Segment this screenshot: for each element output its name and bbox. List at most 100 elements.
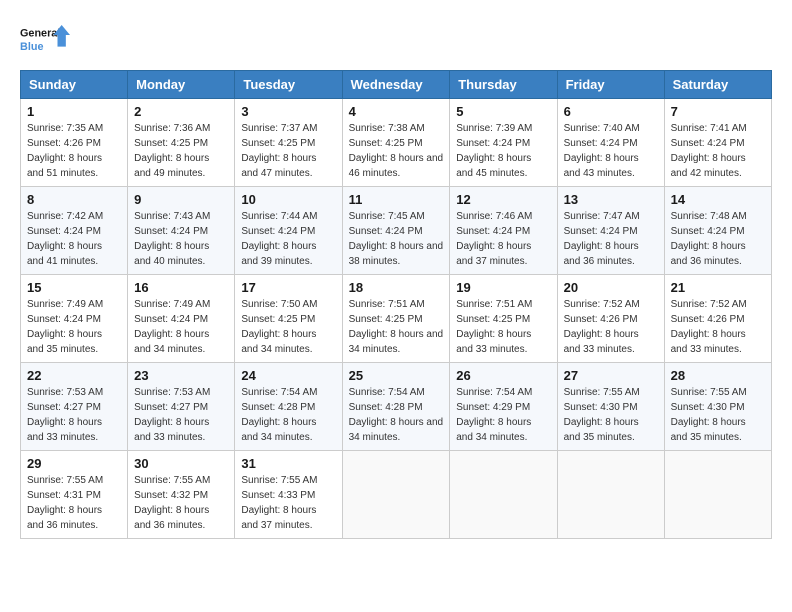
daylight-label: Daylight: 8 hours and 34 minutes.	[456, 417, 531, 443]
day-number: 29	[27, 456, 121, 471]
sunset-label: Sunset: 4:30 PM	[564, 402, 638, 413]
sunset-label: Sunset: 4:24 PM	[134, 314, 208, 325]
sunrise-label: Sunrise: 7:46 AM	[456, 211, 532, 222]
day-number: 27	[564, 368, 658, 383]
calendar-cell: 21 Sunrise: 7:52 AM Sunset: 4:26 PM Dayl…	[664, 275, 771, 363]
calendar-cell: 24 Sunrise: 7:54 AM Sunset: 4:28 PM Dayl…	[235, 363, 342, 451]
sunrise-label: Sunrise: 7:36 AM	[134, 123, 210, 134]
day-info: Sunrise: 7:44 AM Sunset: 4:24 PM Dayligh…	[241, 209, 335, 269]
day-info: Sunrise: 7:54 AM Sunset: 4:28 PM Dayligh…	[349, 385, 444, 445]
day-number: 16	[134, 280, 228, 295]
calendar-cell: 15 Sunrise: 7:49 AM Sunset: 4:24 PM Dayl…	[21, 275, 128, 363]
sunset-label: Sunset: 4:29 PM	[456, 402, 530, 413]
day-info: Sunrise: 7:55 AM Sunset: 4:33 PM Dayligh…	[241, 473, 335, 533]
day-info: Sunrise: 7:39 AM Sunset: 4:24 PM Dayligh…	[456, 121, 550, 181]
sunset-label: Sunset: 4:25 PM	[456, 314, 530, 325]
calendar-cell: 16 Sunrise: 7:49 AM Sunset: 4:24 PM Dayl…	[128, 275, 235, 363]
page-header: General Blue	[20, 20, 772, 60]
daylight-label: Daylight: 8 hours and 47 minutes.	[241, 153, 316, 179]
day-number: 25	[349, 368, 444, 383]
daylight-label: Daylight: 8 hours and 34 minutes.	[134, 329, 209, 355]
calendar-cell: 6 Sunrise: 7:40 AM Sunset: 4:24 PM Dayli…	[557, 99, 664, 187]
column-header-wednesday: Wednesday	[342, 71, 450, 99]
logo-svg: General Blue	[20, 20, 70, 60]
day-info: Sunrise: 7:54 AM Sunset: 4:29 PM Dayligh…	[456, 385, 550, 445]
sunrise-label: Sunrise: 7:55 AM	[134, 475, 210, 486]
day-info: Sunrise: 7:47 AM Sunset: 4:24 PM Dayligh…	[564, 209, 658, 269]
sunrise-label: Sunrise: 7:45 AM	[349, 211, 425, 222]
day-number: 26	[456, 368, 550, 383]
sunset-label: Sunset: 4:28 PM	[241, 402, 315, 413]
logo: General Blue	[20, 20, 70, 60]
calendar-week-4: 22 Sunrise: 7:53 AM Sunset: 4:27 PM Dayl…	[21, 363, 772, 451]
sunrise-label: Sunrise: 7:53 AM	[134, 387, 210, 398]
calendar-week-5: 29 Sunrise: 7:55 AM Sunset: 4:31 PM Dayl…	[21, 451, 772, 539]
calendar-cell: 17 Sunrise: 7:50 AM Sunset: 4:25 PM Dayl…	[235, 275, 342, 363]
sunset-label: Sunset: 4:32 PM	[134, 490, 208, 501]
sunset-label: Sunset: 4:25 PM	[241, 138, 315, 149]
calendar-cell: 25 Sunrise: 7:54 AM Sunset: 4:28 PM Dayl…	[342, 363, 450, 451]
day-info: Sunrise: 7:50 AM Sunset: 4:25 PM Dayligh…	[241, 297, 335, 357]
day-info: Sunrise: 7:51 AM Sunset: 4:25 PM Dayligh…	[349, 297, 444, 357]
daylight-label: Daylight: 8 hours and 39 minutes.	[241, 241, 316, 267]
sunrise-label: Sunrise: 7:49 AM	[27, 299, 103, 310]
sunrise-label: Sunrise: 7:54 AM	[241, 387, 317, 398]
sunrise-label: Sunrise: 7:41 AM	[671, 123, 747, 134]
calendar-cell	[664, 451, 771, 539]
daylight-label: Daylight: 8 hours and 45 minutes.	[456, 153, 531, 179]
column-header-monday: Monday	[128, 71, 235, 99]
calendar-cell: 14 Sunrise: 7:48 AM Sunset: 4:24 PM Dayl…	[664, 187, 771, 275]
day-number: 7	[671, 104, 765, 119]
day-number: 17	[241, 280, 335, 295]
daylight-label: Daylight: 8 hours and 35 minutes.	[671, 417, 746, 443]
sunset-label: Sunset: 4:24 PM	[671, 226, 745, 237]
sunset-label: Sunset: 4:24 PM	[564, 138, 638, 149]
calendar-cell: 1 Sunrise: 7:35 AM Sunset: 4:26 PM Dayli…	[21, 99, 128, 187]
sunset-label: Sunset: 4:25 PM	[241, 314, 315, 325]
day-number: 5	[456, 104, 550, 119]
sunset-label: Sunset: 4:24 PM	[27, 226, 101, 237]
sunrise-label: Sunrise: 7:53 AM	[27, 387, 103, 398]
sunset-label: Sunset: 4:30 PM	[671, 402, 745, 413]
sunset-label: Sunset: 4:27 PM	[27, 402, 101, 413]
daylight-label: Daylight: 8 hours and 40 minutes.	[134, 241, 209, 267]
daylight-label: Daylight: 8 hours and 35 minutes.	[27, 329, 102, 355]
sunrise-label: Sunrise: 7:52 AM	[671, 299, 747, 310]
day-number: 8	[27, 192, 121, 207]
sunrise-label: Sunrise: 7:55 AM	[241, 475, 317, 486]
day-info: Sunrise: 7:55 AM Sunset: 4:32 PM Dayligh…	[134, 473, 228, 533]
calendar-cell: 7 Sunrise: 7:41 AM Sunset: 4:24 PM Dayli…	[664, 99, 771, 187]
svg-text:Blue: Blue	[20, 41, 43, 53]
sunrise-label: Sunrise: 7:54 AM	[456, 387, 532, 398]
sunset-label: Sunset: 4:26 PM	[27, 138, 101, 149]
sunset-label: Sunset: 4:28 PM	[349, 402, 423, 413]
day-info: Sunrise: 7:52 AM Sunset: 4:26 PM Dayligh…	[564, 297, 658, 357]
daylight-label: Daylight: 8 hours and 42 minutes.	[671, 153, 746, 179]
sunrise-label: Sunrise: 7:52 AM	[564, 299, 640, 310]
sunrise-label: Sunrise: 7:49 AM	[134, 299, 210, 310]
sunrise-label: Sunrise: 7:38 AM	[349, 123, 425, 134]
sunrise-label: Sunrise: 7:50 AM	[241, 299, 317, 310]
day-number: 23	[134, 368, 228, 383]
sunrise-label: Sunrise: 7:48 AM	[671, 211, 747, 222]
day-info: Sunrise: 7:51 AM Sunset: 4:25 PM Dayligh…	[456, 297, 550, 357]
day-number: 15	[27, 280, 121, 295]
daylight-label: Daylight: 8 hours and 34 minutes.	[241, 417, 316, 443]
sunrise-label: Sunrise: 7:35 AM	[27, 123, 103, 134]
daylight-label: Daylight: 8 hours and 33 minutes.	[564, 329, 639, 355]
calendar-cell: 8 Sunrise: 7:42 AM Sunset: 4:24 PM Dayli…	[21, 187, 128, 275]
calendar-cell: 11 Sunrise: 7:45 AM Sunset: 4:24 PM Dayl…	[342, 187, 450, 275]
calendar-week-2: 8 Sunrise: 7:42 AM Sunset: 4:24 PM Dayli…	[21, 187, 772, 275]
day-number: 21	[671, 280, 765, 295]
day-info: Sunrise: 7:54 AM Sunset: 4:28 PM Dayligh…	[241, 385, 335, 445]
sunset-label: Sunset: 4:31 PM	[27, 490, 101, 501]
day-number: 18	[349, 280, 444, 295]
calendar-cell: 12 Sunrise: 7:46 AM Sunset: 4:24 PM Dayl…	[450, 187, 557, 275]
calendar-cell: 27 Sunrise: 7:55 AM Sunset: 4:30 PM Dayl…	[557, 363, 664, 451]
day-info: Sunrise: 7:45 AM Sunset: 4:24 PM Dayligh…	[349, 209, 444, 269]
daylight-label: Daylight: 8 hours and 36 minutes.	[671, 241, 746, 267]
day-number: 6	[564, 104, 658, 119]
daylight-label: Daylight: 8 hours and 34 minutes.	[349, 417, 444, 443]
day-number: 2	[134, 104, 228, 119]
calendar-week-1: 1 Sunrise: 7:35 AM Sunset: 4:26 PM Dayli…	[21, 99, 772, 187]
